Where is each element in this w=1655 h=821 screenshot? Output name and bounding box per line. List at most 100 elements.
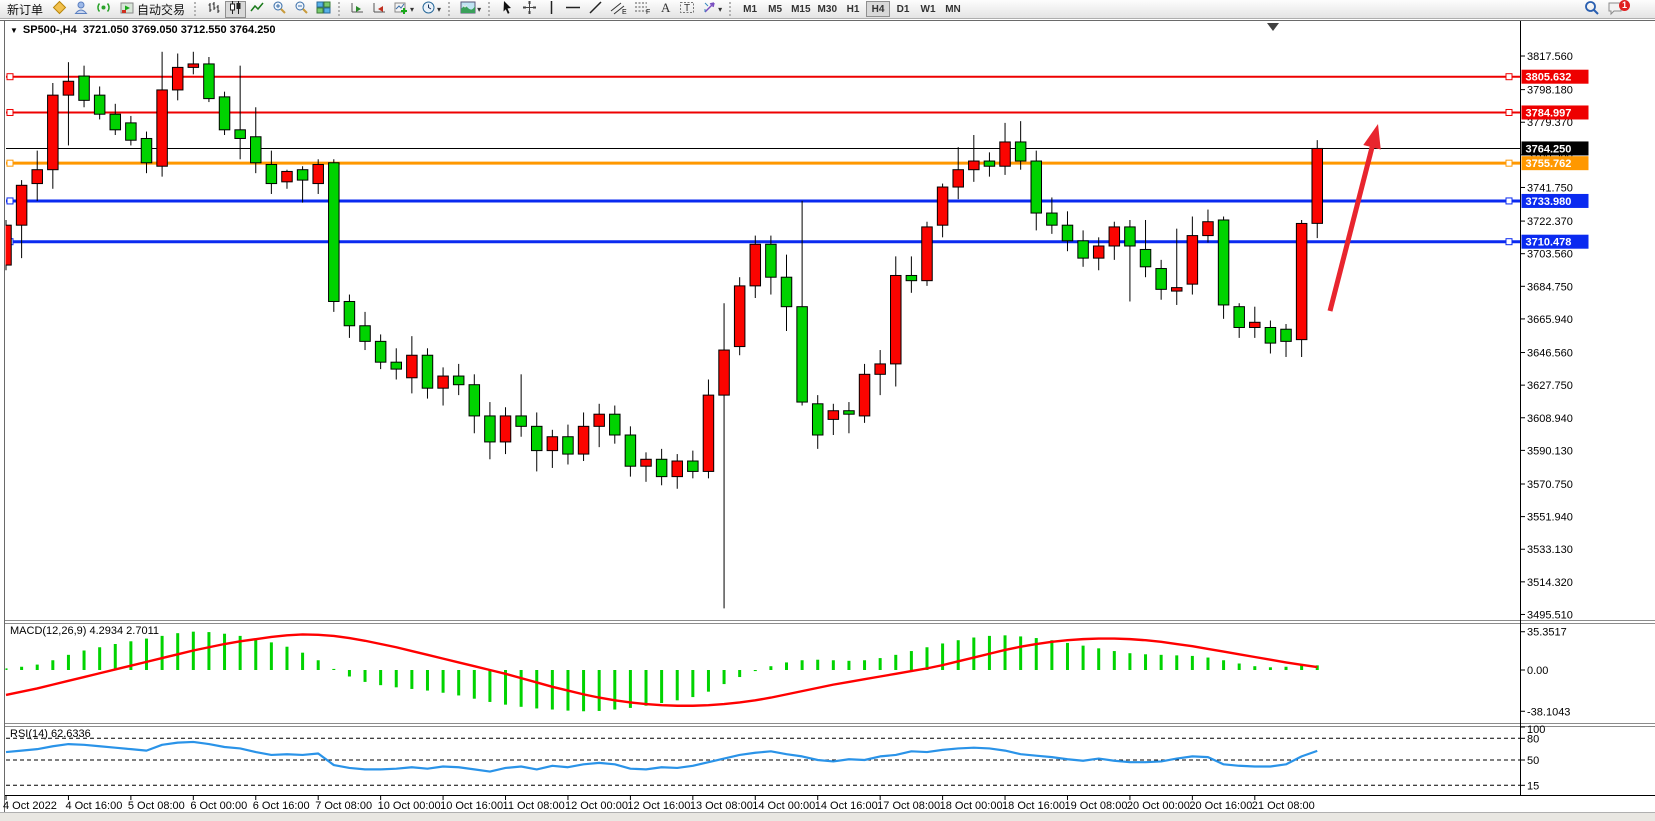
chart-canvas[interactable]: 3817.5603798.1803779.3703760.5603741.750… bbox=[0, 0, 1655, 821]
macd-histogram-bar bbox=[1019, 636, 1022, 670]
timeframe-mn-button[interactable]: MN bbox=[941, 1, 965, 17]
crosshair-button[interactable] bbox=[519, 1, 540, 18]
line-chart-button[interactable] bbox=[247, 1, 268, 18]
macd-histogram-bar bbox=[98, 647, 101, 670]
candlestick-chart-button[interactable] bbox=[225, 1, 246, 18]
line-handle[interactable] bbox=[1506, 160, 1512, 166]
line-handle[interactable] bbox=[1506, 74, 1512, 80]
candle bbox=[984, 161, 995, 166]
timeframe-m1-button[interactable]: M1 bbox=[738, 1, 762, 17]
candle bbox=[688, 461, 699, 471]
zoom-out-button[interactable] bbox=[291, 1, 312, 18]
chart-shift-button[interactable] bbox=[369, 1, 390, 18]
svg-text:3733.980: 3733.980 bbox=[1526, 196, 1572, 208]
cursor-button[interactable] bbox=[497, 1, 518, 18]
macd-histogram-bar bbox=[285, 647, 288, 670]
macd-histogram-bar bbox=[145, 639, 148, 670]
candle bbox=[1234, 307, 1245, 328]
line-handle[interactable] bbox=[7, 198, 13, 204]
text-label-button[interactable]: T bbox=[676, 1, 698, 18]
candle bbox=[656, 459, 667, 476]
timeframe-h1-button[interactable]: H1 bbox=[841, 1, 865, 17]
svg-text:F: F bbox=[646, 9, 650, 15]
timeframe-m5-button[interactable]: M5 bbox=[763, 1, 787, 17]
auto-scroll-button[interactable] bbox=[347, 1, 368, 18]
horizontal-line-button[interactable] bbox=[562, 1, 584, 18]
line-handle[interactable] bbox=[1506, 239, 1512, 245]
macd-histogram-bar bbox=[1097, 648, 1100, 670]
macd-histogram-bar bbox=[1082, 646, 1085, 670]
macd-histogram-bar bbox=[488, 670, 491, 702]
text-button[interactable]: A bbox=[655, 1, 675, 18]
macd-histogram-bar bbox=[660, 670, 663, 703]
price-tick-label: 3646.560 bbox=[1527, 348, 1573, 360]
timeframe-w1-button[interactable]: W1 bbox=[916, 1, 940, 17]
macd-histogram-bar bbox=[769, 666, 772, 670]
collapse-triangle-icon[interactable]: ▼ bbox=[10, 26, 18, 35]
vertical-line-button[interactable] bbox=[541, 1, 561, 18]
candle bbox=[703, 395, 714, 471]
timeframe-m15-button[interactable]: M15 bbox=[788, 1, 813, 17]
new-order-button[interactable]: 新订单 bbox=[2, 1, 48, 18]
svg-text:3805.632: 3805.632 bbox=[1526, 72, 1572, 84]
candle bbox=[1078, 241, 1089, 258]
bar-chart-button[interactable] bbox=[203, 1, 224, 18]
macd-histogram-bar bbox=[598, 670, 601, 711]
line-handle[interactable] bbox=[1506, 109, 1512, 115]
candle bbox=[844, 411, 855, 414]
timeframe-m30-button[interactable]: M30 bbox=[815, 1, 840, 17]
macd-histogram-bar bbox=[114, 644, 117, 670]
price-badge-3805.632: 3805.632 bbox=[1522, 70, 1589, 84]
price-tick-label: 3722.370 bbox=[1527, 216, 1573, 228]
candle bbox=[438, 376, 449, 388]
macd-histogram-bar bbox=[270, 642, 273, 670]
search-button[interactable] bbox=[1581, 1, 1603, 18]
arrows-objects-button[interactable]: ▾ bbox=[699, 1, 725, 18]
candle bbox=[219, 97, 230, 130]
macd-histogram-bar bbox=[223, 634, 226, 670]
candle bbox=[797, 307, 808, 402]
candle bbox=[1062, 225, 1073, 241]
timeframe-d1-button[interactable]: D1 bbox=[891, 1, 915, 17]
notifications-button[interactable]: 1 bbox=[1604, 1, 1627, 18]
candle bbox=[1203, 222, 1214, 236]
line-handle[interactable] bbox=[1506, 198, 1512, 204]
line-handle[interactable] bbox=[7, 109, 13, 115]
candle bbox=[313, 164, 324, 183]
equidistant-channel-button[interactable]: E bbox=[607, 1, 630, 18]
candle bbox=[859, 374, 870, 416]
macd-indicator-label: MACD(12,26,9) 4.2934 2.7011 bbox=[10, 625, 159, 637]
signals-button[interactable] bbox=[93, 1, 114, 18]
price-badge-3733.980: 3733.980 bbox=[1522, 194, 1589, 208]
zoom-in-button[interactable] bbox=[269, 1, 290, 18]
candle bbox=[16, 185, 27, 225]
add-indicator-button[interactable]: ▾ bbox=[391, 1, 417, 18]
candle bbox=[625, 435, 636, 466]
candle bbox=[1140, 249, 1151, 266]
tile-windows-button[interactable] bbox=[313, 1, 334, 18]
line-handle[interactable] bbox=[7, 74, 13, 80]
macd-histogram-bar bbox=[442, 670, 445, 693]
date-tick-label: 19 Oct 08:00 bbox=[1064, 800, 1127, 812]
trendline-icon bbox=[588, 0, 603, 18]
macd-scale-label: -38.1043 bbox=[1527, 706, 1570, 718]
candle bbox=[188, 64, 199, 67]
trendline-button[interactable] bbox=[585, 1, 606, 18]
price-tick-label: 3665.940 bbox=[1527, 314, 1573, 326]
periods-button[interactable]: ▾ bbox=[418, 1, 444, 18]
macd-histogram-bar bbox=[707, 670, 710, 692]
macd-histogram-bar bbox=[1206, 658, 1209, 670]
autotrading-button[interactable]: 自动交易 bbox=[115, 1, 190, 18]
search-icon bbox=[1584, 0, 1600, 19]
macd-histogram-bar bbox=[535, 670, 538, 708]
line-handle[interactable] bbox=[7, 160, 13, 166]
fibonacci-button[interactable]: F bbox=[631, 1, 654, 18]
mt4-window: 新订单 自动交易 bbox=[0, 0, 1655, 821]
candle bbox=[375, 341, 386, 362]
autotrading-label: 自动交易 bbox=[137, 1, 185, 18]
timeframe-h4-button[interactable]: H4 bbox=[866, 1, 890, 17]
date-tick-label: 18 Oct 00:00 bbox=[940, 800, 1003, 812]
templates-button[interactable]: ▾ bbox=[457, 1, 484, 18]
terminal-button[interactable] bbox=[71, 1, 92, 18]
strategy-tester-button[interactable] bbox=[49, 1, 70, 18]
